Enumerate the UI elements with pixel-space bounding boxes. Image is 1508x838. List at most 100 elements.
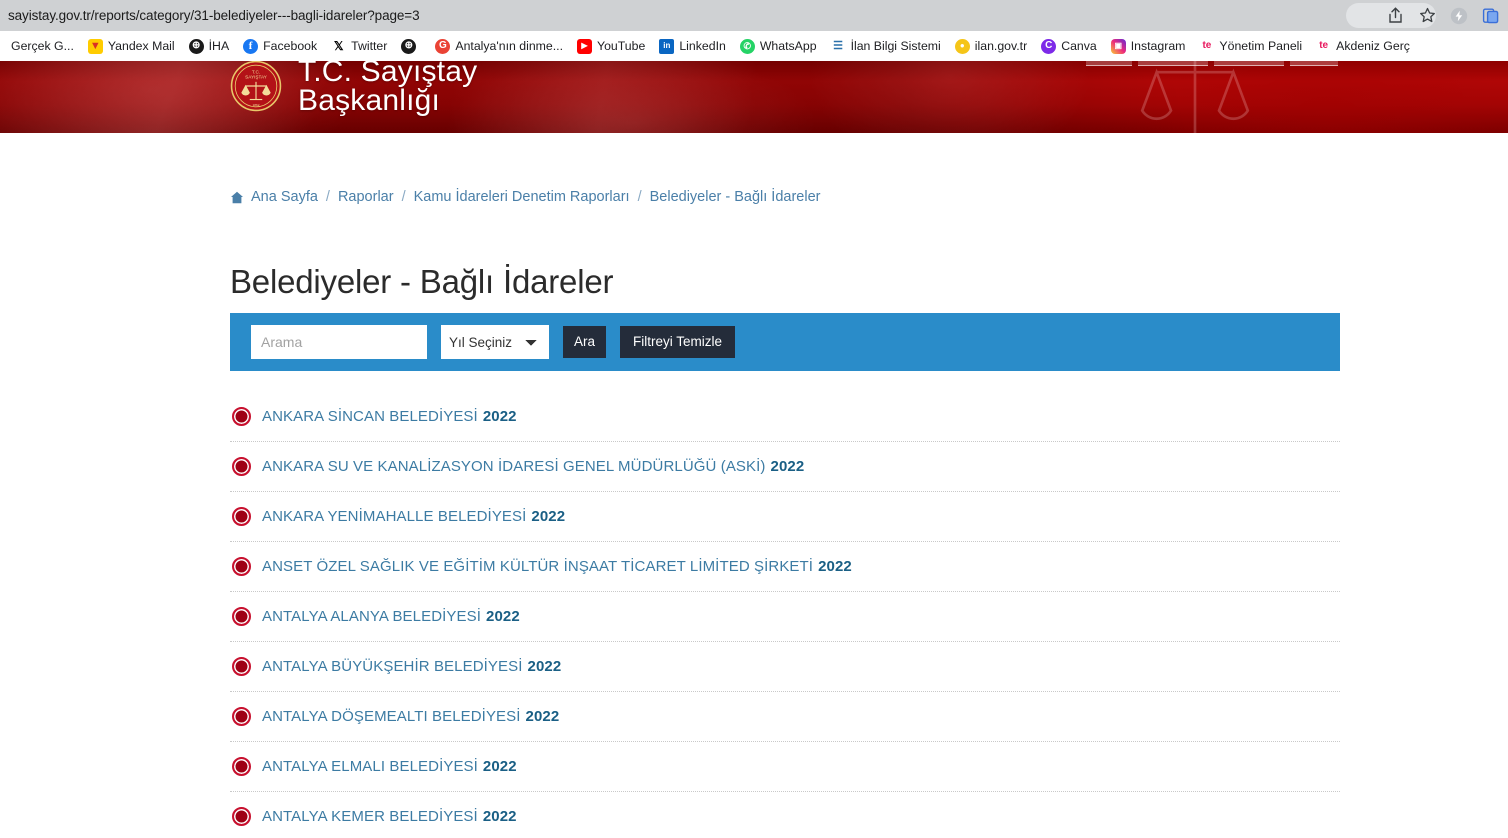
report-bullet-icon — [232, 807, 251, 826]
report-link[interactable]: ANTALYA BÜYÜKŞEHİR BELEDİYESİ 2022 — [262, 658, 561, 675]
report-list-item[interactable]: ANKARA SU VE KANALİZASYON İDARESİ GENEL … — [230, 442, 1340, 492]
home-icon[interactable] — [230, 191, 244, 204]
bookmark-item[interactable]: ● ilan.gov.tr — [948, 34, 1034, 58]
search-button[interactable]: Ara — [563, 326, 607, 358]
breadcrumb-item-denetim-raporlari[interactable]: Kamu İdareleri Denetim Raporları — [414, 189, 630, 205]
filter-bar: Yıl Seçiniz Ara Filtreyi Temizle — [230, 313, 1340, 371]
report-link[interactable]: ANKARA SİNCAN BELEDİYESİ 2022 — [262, 408, 517, 425]
breadcrumb-separator: / — [401, 189, 406, 205]
bookmark-label: Twitter — [351, 38, 388, 53]
report-link[interactable]: ANTALYA DÖŞEMEALTI BELEDİYESİ 2022 — [262, 708, 559, 725]
report-list-item[interactable]: ANTALYA KEMER BELEDİYESİ 2022 — [230, 792, 1340, 838]
brand-line-1: T.C. Sayıştay — [298, 61, 478, 88]
bookmark-label: Facebook — [263, 38, 318, 53]
report-year: 2022 — [486, 608, 520, 625]
report-year: 2022 — [482, 808, 517, 825]
bookmark-item[interactable]: ▶ YouTube — [570, 34, 652, 58]
breadcrumb-item-current: Belediyeler - Bağlı İdareler — [649, 189, 821, 205]
breadcrumb: Ana Sayfa / Raporlar / Kamu İdareleri De… — [230, 189, 820, 205]
report-name: ANKARA SİNCAN BELEDİYESİ — [262, 408, 478, 425]
report-list-item[interactable]: ANTALYA ALANYA BELEDİYESİ 2022 — [230, 592, 1340, 642]
report-name: ANTALYA DÖŞEMEALTI BELEDİYESİ — [262, 708, 521, 725]
bookmark-item[interactable]: ⊕ İHA — [182, 34, 237, 58]
scales-of-justice-watermark — [1140, 61, 1250, 133]
facebook-icon: f — [243, 38, 259, 54]
bookmark-item[interactable]: in LinkedIn — [652, 34, 733, 58]
bookmark-item[interactable]: C Canva — [1034, 34, 1104, 58]
report-year: 2022 — [482, 408, 517, 425]
report-list-item[interactable]: ANKARA SİNCAN BELEDİYESİ 2022 — [230, 392, 1340, 442]
report-list-item[interactable]: ANTALYA DÖŞEMEALTI BELEDİYESİ 2022 — [230, 692, 1340, 742]
search-input[interactable] — [251, 325, 427, 359]
year-select[interactable]: Yıl Seçiniz — [441, 325, 549, 359]
breadcrumb-separator: / — [637, 189, 642, 205]
report-link[interactable]: ANKARA YENİMAHALLE BELEDİYESİ 2022 — [262, 508, 565, 525]
top-utility-button[interactable] — [1138, 61, 1208, 66]
ilan-bilgi-icon: ☰ — [830, 38, 846, 54]
top-utility-button[interactable] — [1086, 61, 1132, 66]
share-icon[interactable] — [1384, 5, 1406, 27]
top-utility-button[interactable] — [1290, 61, 1338, 66]
bookmark-item[interactable]: G Antalya'nın dinme... — [428, 34, 570, 58]
ilan-gov-icon: ● — [954, 38, 970, 54]
bookmark-label: Antalya'nın dinme... — [455, 38, 563, 53]
youtube-icon: ▶ — [577, 38, 592, 54]
bookmark-item[interactable]: ⊕ — [394, 34, 428, 58]
report-list-item[interactable]: ANKARA YENİMAHALLE BELEDİYESİ 2022 — [230, 492, 1340, 542]
report-link[interactable]: ANKARA SU VE KANALİZASYON İDARESİ GENEL … — [262, 458, 804, 475]
bookmark-item[interactable]: te Yönetim Paneli — [1192, 34, 1309, 58]
bookmark-item[interactable]: ▼ Yandex Mail — [81, 34, 182, 58]
bookmark-item[interactable]: ☰ İlan Bilgi Sistemi — [824, 34, 948, 58]
brand-line-2: Başkanlığı — [298, 84, 441, 118]
address-bar[interactable]: sayistay.gov.tr/reports/category/31-bele… — [0, 0, 1508, 31]
tabs-icon[interactable] — [1480, 5, 1502, 27]
report-list-item[interactable]: ANSET ÖZEL SAĞLIK VE EĞİTİM KÜLTÜR İNŞAA… — [230, 542, 1340, 592]
instagram-icon: ▣ — [1110, 38, 1126, 54]
google-news-icon: G — [435, 38, 451, 54]
breadcrumb-item-raporlar[interactable]: Raporlar — [338, 189, 394, 205]
bookmark-item[interactable]: 𝕏 Twitter — [324, 34, 394, 58]
report-year: 2022 — [770, 458, 805, 475]
report-bullet-icon — [232, 507, 251, 526]
breadcrumb-item-ana-sayfa[interactable]: Ana Sayfa — [251, 189, 318, 205]
bookmark-item[interactable]: te Akdeniz Gerç — [1309, 34, 1417, 58]
bookmark-item[interactable]: Gerçek G... — [4, 34, 81, 58]
globe-icon: ⊕ — [401, 38, 417, 54]
svg-text:1862: 1862 — [253, 103, 260, 107]
report-name: ANKARA YENİMAHALLE BELEDİYESİ — [262, 508, 527, 525]
bookmark-item[interactable]: ✆ WhatsApp — [733, 34, 824, 58]
bookmark-label: ilan.gov.tr — [974, 38, 1028, 53]
report-year: 2022 — [525, 708, 560, 725]
yandex-mail-icon: ▼ — [87, 38, 103, 54]
clear-filter-button[interactable]: Filtreyi Temizle — [620, 326, 736, 358]
report-link[interactable]: ANTALYA ELMALI BELEDİYESİ 2022 — [262, 758, 517, 775]
report-link[interactable]: ANTALYA KEMER BELEDİYESİ 2022 — [262, 808, 517, 825]
top-utility-button[interactable] — [1214, 61, 1284, 66]
report-list-item[interactable]: ANTALYA ELMALI BELEDİYESİ 2022 — [230, 742, 1340, 792]
bookmark-label: WhatsApp — [759, 38, 817, 53]
bookmark-item[interactable]: f Facebook — [236, 34, 324, 58]
bookmark-label: Instagram — [1130, 38, 1186, 53]
page-title: Belediyeler - Bağlı İdareler — [230, 263, 614, 301]
site-header: T.C. SAYIŞTAY 1862 T.C. Sayıştay Başkanl… — [0, 61, 1508, 133]
report-link[interactable]: ANTALYA ALANYA BELEDİYESİ 2022 — [262, 608, 520, 625]
report-link[interactable]: ANSET ÖZEL SAĞLIK VE EĞİTİM KÜLTÜR İNŞAA… — [262, 558, 852, 575]
report-name: ANTALYA ELMALI BELEDİYESİ — [262, 758, 478, 775]
report-name: ANKARA SU VE KANALİZASYON İDARESİ GENEL … — [262, 458, 766, 475]
report-list-item[interactable]: ANTALYA BÜYÜKŞEHİR BELEDİYESİ 2022 — [230, 642, 1340, 692]
report-name: ANTALYA ALANYA BELEDİYESİ — [262, 608, 481, 625]
bookmark-item[interactable]: ▣ Instagram — [1104, 34, 1193, 58]
bookmark-star-icon[interactable] — [1416, 5, 1438, 27]
report-name: ANTALYA BÜYÜKŞEHİR BELEDİYESİ — [262, 658, 523, 675]
bookmark-label: Canva — [1061, 38, 1097, 53]
reader-boost-icon[interactable] — [1448, 5, 1470, 27]
report-name: ANSET ÖZEL SAĞLIK VE EĞİTİM KÜLTÜR İNŞAA… — [262, 558, 814, 575]
te-icon: te — [1316, 38, 1332, 54]
globe-icon: ⊕ — [188, 38, 204, 54]
report-bullet-icon — [232, 657, 251, 676]
bookmark-label: YouTube — [597, 38, 646, 53]
url-text: sayistay.gov.tr/reports/category/31-bele… — [8, 8, 420, 23]
site-brand[interactable]: T.C. SAYIŞTAY 1862 T.C. Sayıştay Başkanl… — [230, 61, 477, 116]
bookmarks-bar: Gerçek G... ▼ Yandex Mail ⊕ İHA f Facebo… — [0, 31, 1508, 61]
bookmark-label: Yandex Mail — [107, 38, 175, 53]
